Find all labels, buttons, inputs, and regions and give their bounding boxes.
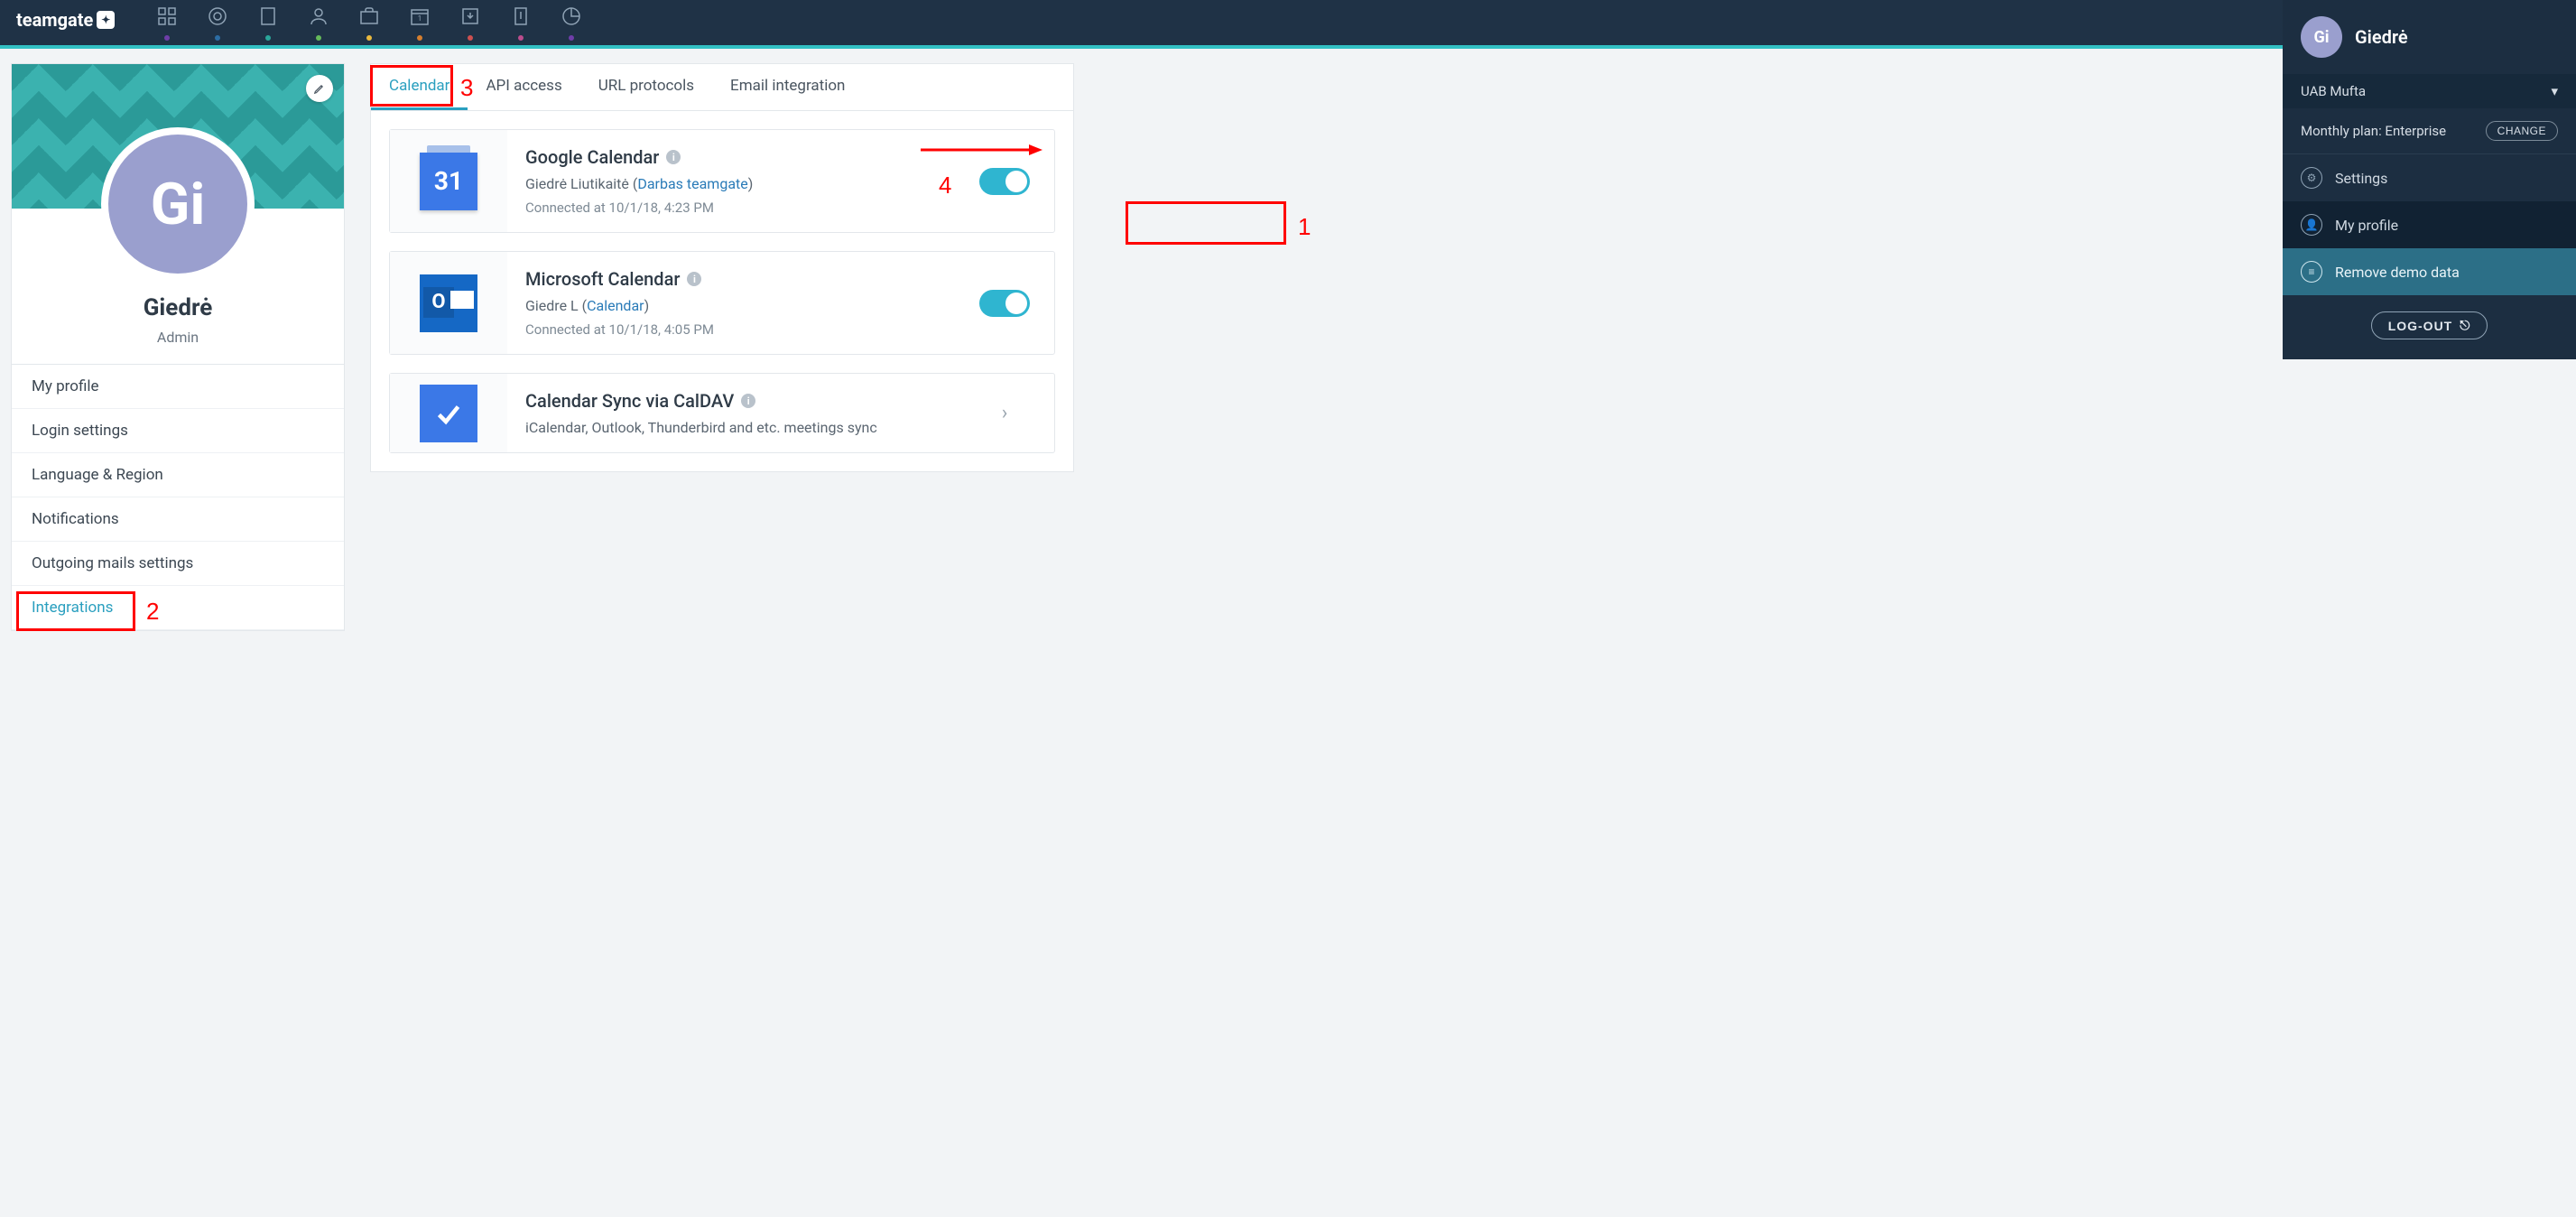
change-plan-button[interactable]: CHANGE xyxy=(2486,121,2558,141)
caldav-body: Calendar Sync via CalDAV i iCalendar, Ou… xyxy=(507,374,955,452)
panel-item-my-profile[interactable]: 👤 My profile xyxy=(2283,201,2576,248)
mscal-icon: O xyxy=(390,252,507,354)
gcal-connected-at: Connected at 10/1/18, 4:23 PM xyxy=(525,200,937,216)
nav-target-icon[interactable] xyxy=(192,0,243,45)
org-selector[interactable]: UAB Mufta ▾ xyxy=(2283,74,2576,108)
annotation-4: 4 xyxy=(939,172,951,200)
top-nav: 1 xyxy=(142,0,597,45)
svg-text:1: 1 xyxy=(418,14,422,23)
integration-tabs: Calendar API access URL protocols Email … xyxy=(371,64,1073,111)
user-panel: Gi Giedrė UAB Mufta ▾ Monthly plan: Ente… xyxy=(2283,0,2576,359)
info-icon[interactable]: i xyxy=(666,150,681,164)
integration-list: 31 Google Calendar i Giedrė Liutikaitė (… xyxy=(371,111,1073,471)
mscal-body: Microsoft Calendar i Giedre L (Calendar)… xyxy=(507,252,955,354)
brand-logo[interactable]: teamgate ✦ xyxy=(16,0,115,31)
gcal-toggle[interactable] xyxy=(979,168,1030,195)
mscal-connected-at: Connected at 10/1/18, 4:05 PM xyxy=(525,321,937,338)
nav-calendar-icon[interactable]: 1 xyxy=(394,0,445,45)
logout-icon: ⎋ xyxy=(2460,318,2470,333)
nav-briefcase-icon[interactable] xyxy=(344,0,394,45)
gear-icon: ⚙ xyxy=(2301,167,2322,189)
chevron-down-icon: ▾ xyxy=(2551,83,2558,99)
panel-item-my-profile-label: My profile xyxy=(2335,217,2398,234)
side-item-language-region[interactable]: Language & Region xyxy=(12,453,344,497)
plan-row: Monthly plan: Enterprise CHANGE xyxy=(2283,108,2576,153)
logout-button[interactable]: LOG-OUT ⎋ xyxy=(2371,311,2488,339)
nav-download-icon[interactable] xyxy=(445,0,496,45)
tab-email-integration[interactable]: Email integration xyxy=(712,64,863,110)
main-content: Gi Giedrė Admin My profile Login setting… xyxy=(0,45,2576,649)
panel-item-remove-demo[interactable]: ≡ Remove demo data xyxy=(2283,248,2576,295)
org-name: UAB Mufta xyxy=(2301,83,2366,99)
edit-cover-button[interactable] xyxy=(306,75,333,102)
profile-cover: Gi xyxy=(12,64,344,209)
left-column: Gi Giedrė Admin My profile Login setting… xyxy=(11,63,345,631)
side-item-integrations[interactable]: Integrations xyxy=(12,586,344,630)
profile-card: Gi Giedrė Admin My profile Login setting… xyxy=(11,63,345,631)
integration-microsoft-calendar: O Microsoft Calendar i Giedre L (Calenda… xyxy=(389,251,1055,355)
info-icon[interactable]: i xyxy=(741,394,755,408)
side-item-login-settings[interactable]: Login settings xyxy=(12,409,344,453)
avatar-initials: Gi xyxy=(151,171,206,238)
plan-label: Monthly plan: Enterprise xyxy=(2301,123,2446,139)
caldav-title: Calendar Sync via CalDAV i xyxy=(525,390,937,412)
gcal-calendar-link[interactable]: Darbas teamgate xyxy=(637,175,747,192)
panel-item-settings[interactable]: ⚙ Settings xyxy=(2283,154,2576,201)
nav-building-icon[interactable] xyxy=(243,0,293,45)
tab-calendar[interactable]: Calendar xyxy=(371,64,468,110)
caldav-open: › xyxy=(955,374,1054,452)
gcal-icon: 31 xyxy=(390,130,507,232)
caldav-desc: iCalendar, Outlook, Thunderbird and etc.… xyxy=(525,419,937,436)
profile-role: Admin xyxy=(21,329,335,346)
nav-attachment-icon[interactable] xyxy=(496,0,546,45)
mscal-title: Microsoft Calendar i xyxy=(525,268,937,290)
logout-wrap: LOG-OUT ⎋ xyxy=(2283,295,2576,359)
annotation-2: 2 xyxy=(146,598,159,626)
user-panel-header: Gi Giedrė xyxy=(2283,0,2576,74)
gcal-user: Giedrė Liutikaitė (Darbas teamgate) xyxy=(525,175,937,192)
database-icon: ≡ xyxy=(2301,261,2322,283)
brand-text: teamgate xyxy=(16,9,93,31)
side-item-my-profile[interactable]: My profile xyxy=(12,365,344,409)
annotation-3: 3 xyxy=(460,74,473,102)
user-avatar: Gi xyxy=(2301,16,2342,58)
gcal-body: Google Calendar i Giedrė Liutikaitė (Dar… xyxy=(507,130,955,232)
gcal-tile-icon: 31 xyxy=(420,153,477,210)
user-panel-menu: ⚙ Settings 👤 My profile ≡ Remove demo da… xyxy=(2283,153,2576,295)
pencil-icon xyxy=(313,82,326,95)
panel-item-remove-demo-label: Remove demo data xyxy=(2335,264,2460,281)
profile-name: Giedrė xyxy=(21,294,335,321)
nav-chart-icon[interactable] xyxy=(546,0,597,45)
gcal-title: Google Calendar i xyxy=(525,146,937,168)
side-item-outgoing-mails[interactable]: Outgoing mails settings xyxy=(12,542,344,586)
chevron-right-icon[interactable]: › xyxy=(1002,402,1008,424)
tab-api-access[interactable]: API access xyxy=(468,64,579,110)
mscal-toggle[interactable] xyxy=(979,290,1030,317)
user-name: Giedrė xyxy=(2355,26,2408,48)
mscal-user: Giedre L (Calendar) xyxy=(525,297,937,314)
caldav-icon xyxy=(390,374,507,452)
annotation-1: 1 xyxy=(1298,213,1311,241)
outlook-tile-icon: O xyxy=(420,274,477,332)
accent-bar xyxy=(0,45,2576,49)
side-item-notifications[interactable]: Notifications xyxy=(12,497,344,542)
tab-url-protocols[interactable]: URL protocols xyxy=(580,64,712,110)
integration-caldav[interactable]: Calendar Sync via CalDAV i iCalendar, Ou… xyxy=(389,373,1055,453)
brand-badge-icon: ✦ xyxy=(97,11,115,29)
top-bar: teamgate ✦ 1 xyxy=(0,0,2576,45)
profile-side-menu: My profile Login settings Language & Reg… xyxy=(12,364,344,630)
person-icon: 👤 xyxy=(2301,214,2322,236)
nav-dashboard-icon[interactable] xyxy=(142,0,192,45)
panel-item-settings-label: Settings xyxy=(2335,170,2387,187)
center-panel: Calendar API access URL protocols Email … xyxy=(370,63,1074,472)
avatar: Gi xyxy=(101,127,255,281)
mscal-calendar-link[interactable]: Calendar xyxy=(587,297,644,314)
mscal-toggle-wrap xyxy=(955,252,1054,354)
info-icon[interactable]: i xyxy=(687,272,701,286)
caldav-tile-icon xyxy=(420,385,477,442)
nav-person-icon[interactable] xyxy=(293,0,344,45)
annotation-arrow-4 xyxy=(921,141,1042,159)
